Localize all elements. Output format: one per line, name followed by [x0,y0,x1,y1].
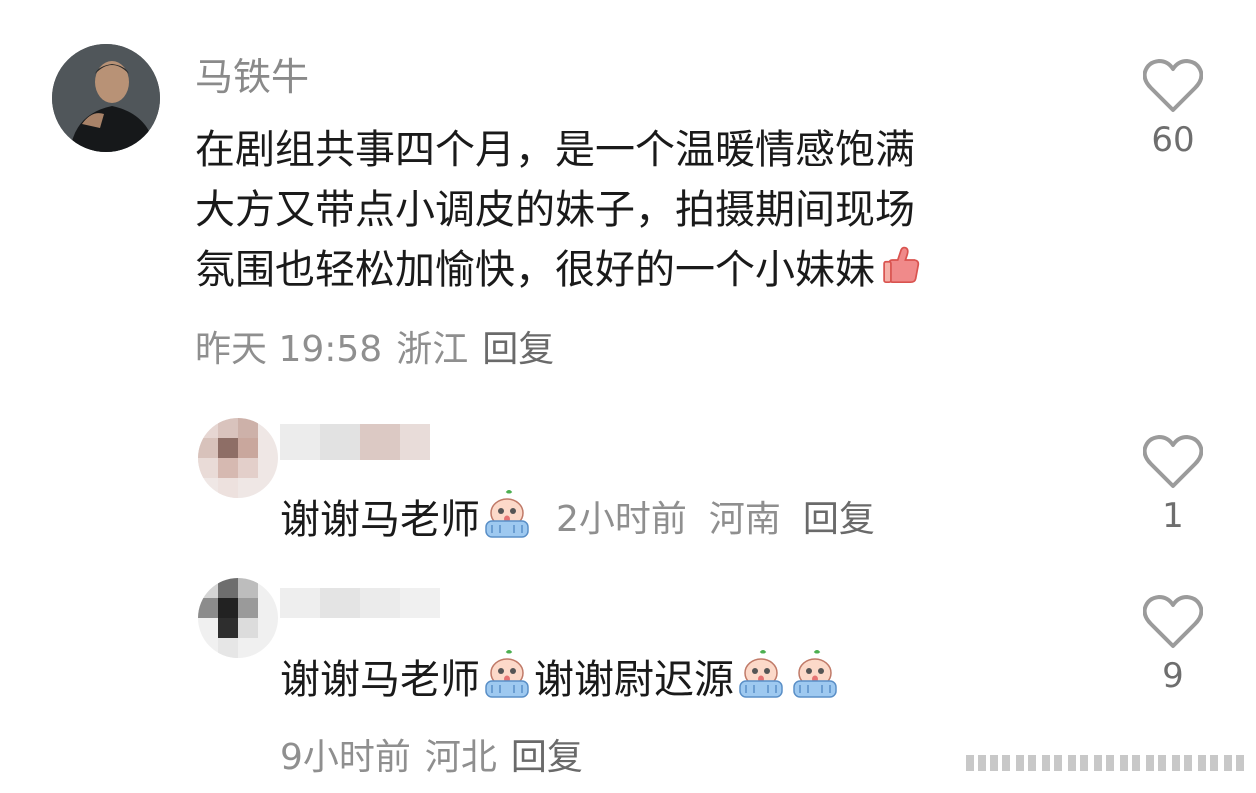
reply-text: 谢谢尉迟源 [534,657,734,703]
like-count: 60 [1151,120,1195,160]
crying-emoji-icon [793,650,837,698]
crying-emoji-icon [485,490,529,538]
watermark [966,751,1246,779]
like-button[interactable]: 60 [1133,58,1213,160]
thumbs-up-icon [883,246,920,284]
like-count: 1 [1162,496,1184,536]
crying-emoji-icon [485,650,529,698]
avatar[interactable] [52,44,160,152]
pixelated-name [280,424,430,460]
reply-button[interactable]: 回复 [803,490,875,542]
reply-button[interactable]: 回复 [482,329,554,370]
blurred-avatar-image [198,578,278,658]
pixelated-name [280,588,440,618]
reply-location: 河北 [424,737,497,778]
crying-emoji-icon [739,650,783,698]
heart-icon [1143,435,1203,488]
reply-text: 谢谢马老师 [280,657,480,703]
heart-icon [1143,59,1203,112]
blurred-avatar-image [198,418,278,498]
reply-avatar[interactable] [198,418,278,498]
reply-content: 谢谢马老师 谢谢尉迟源 [280,647,842,705]
reply-content: 谢谢马老师 2小时前 河南 回复 [280,487,875,545]
reply-username-blurred[interactable] [280,424,440,460]
reply-button[interactable]: 回复 [511,737,583,778]
comment-location: 浙江 [396,329,469,370]
reply-meta: 9小时前 河北 回复 [280,728,597,780]
username[interactable]: 马铁牛 [195,46,309,101]
reply-avatar[interactable] [198,578,278,658]
like-button[interactable]: 1 [1133,434,1213,536]
pixelated-watermark [966,751,1246,775]
comment-meta: 昨天 19:58 浙江 回复 [195,320,568,372]
comment-line-text: 氛围也轻松加愉快，很好的一个小妹妹 [195,247,875,293]
reply-time: 2小时前 [556,499,687,540]
comment-line: 在剧组共事四个月，是一个温暖情感饱满 [195,127,915,173]
heart-icon [1143,595,1203,648]
like-button[interactable]: 9 [1133,594,1213,696]
comment-line: 氛围也轻松加愉快，很好的一个小妹妹 [195,240,1055,300]
comment-line: 大方又带点小调皮的妹子，拍摄期间现场 [195,187,915,233]
reply-text: 谢谢马老师 [280,497,480,543]
reply-location: 河南 [708,499,781,540]
comment-time: 昨天 19:58 [195,329,383,370]
comment-text: 在剧组共事四个月，是一个温暖情感饱满 大方又带点小调皮的妹子，拍摄期间现场 氛围… [195,120,1055,300]
avatar-photo [52,44,160,152]
reply-time: 9小时前 [280,737,411,778]
like-count: 9 [1162,656,1184,696]
reply-username-blurred[interactable] [280,588,450,618]
